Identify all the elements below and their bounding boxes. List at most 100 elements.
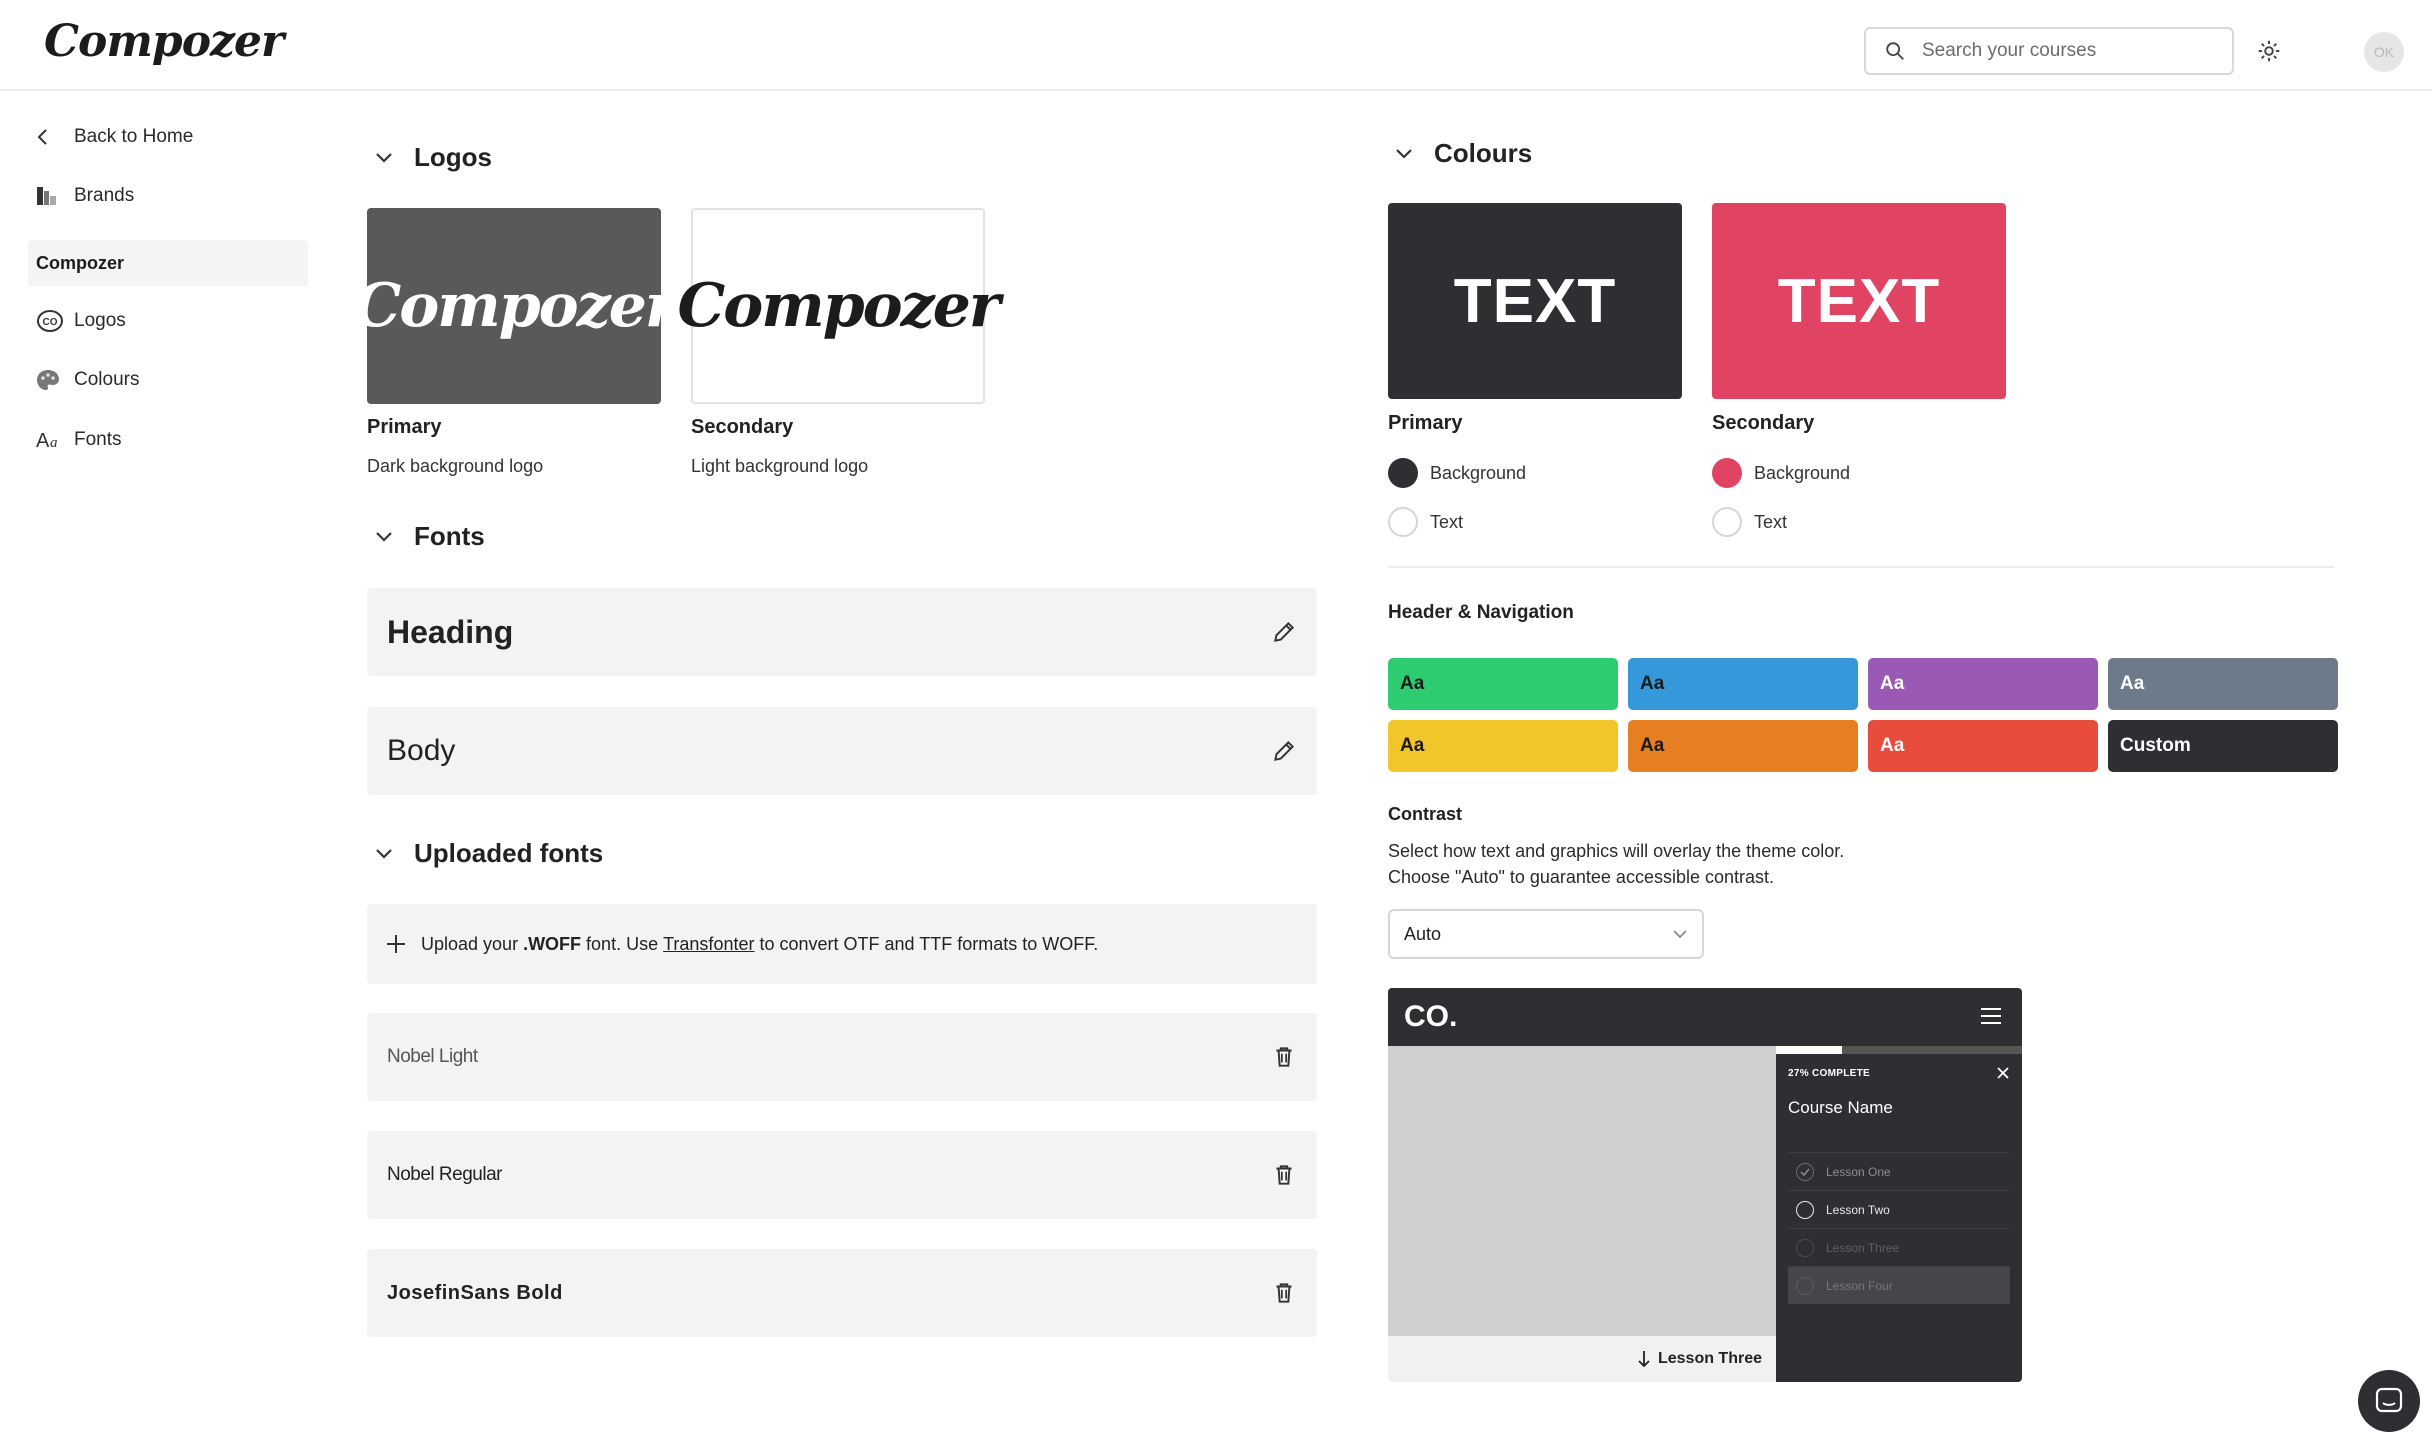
sidebar-item-label: Colours	[74, 369, 140, 390]
contrast-title: Contrast	[1388, 804, 1463, 824]
theme-option[interactable]: Aa	[1628, 720, 1858, 772]
theme-option[interactable]: Aa	[1868, 658, 2098, 710]
gear-icon[interactable]	[2256, 38, 2282, 64]
pencil-icon[interactable]	[1271, 738, 1297, 764]
uploaded-font-row[interactable]: Nobel Light	[367, 1013, 1317, 1101]
preview-footer[interactable]: Lesson Three	[1388, 1336, 1776, 1382]
primary-logo-title: Primary	[367, 416, 442, 438]
progress-label: 27% COMPLETE	[1788, 1068, 1870, 1079]
pencil-icon[interactable]	[1271, 619, 1297, 645]
logos-section-title: Logos	[414, 142, 492, 172]
lesson-item[interactable]: Lesson Three	[1788, 1228, 2010, 1266]
primary-text-option[interactable]: Text	[1388, 507, 1463, 537]
close-icon[interactable]	[1996, 1066, 2010, 1080]
upload-format: .WOFF	[523, 933, 582, 954]
chat-support-button[interactable]	[2358, 1370, 2420, 1432]
trash-icon[interactable]	[1271, 1280, 1297, 1306]
colours-section-header[interactable]: Colours	[1394, 138, 1532, 169]
trash-icon[interactable]	[1271, 1044, 1297, 1070]
secondary-text-option[interactable]: Text	[1712, 507, 1787, 537]
colour-option-label: Text	[1754, 511, 1788, 532]
primary-background-option[interactable]: Background	[1388, 458, 1526, 488]
primary-logo-subtitle: Dark background logo	[367, 456, 544, 476]
theme-option[interactable]: Aa	[1388, 658, 1618, 710]
body-font-row[interactable]: Body	[367, 707, 1317, 795]
font-aa-icon: Aa	[28, 429, 74, 451]
chevron-down-icon	[374, 847, 414, 861]
lesson-label: Lesson Four	[1826, 1278, 1893, 1293]
colour-dot[interactable]	[1712, 458, 1742, 488]
progress-bar-fill	[1776, 1046, 1843, 1054]
uploaded-font-name: JosefinSans Bold	[387, 1281, 563, 1304]
lesson-label: Lesson One	[1826, 1164, 1891, 1179]
colour-option-label: Background	[1430, 462, 1527, 483]
circle-icon	[1796, 1200, 1814, 1219]
sidebar-item-label: Logos	[74, 310, 126, 331]
primary-colour-swatch[interactable]: TEXT	[1388, 203, 1682, 399]
sidebar-item-brands[interactable]: Brands	[28, 174, 134, 218]
back-to-home-link[interactable]: Back to Home	[28, 115, 193, 159]
logos-section-header[interactable]: Logos	[374, 142, 492, 173]
uploaded-font-row[interactable]: Nobel Regular	[367, 1131, 1317, 1219]
sidebar-item-logos[interactable]: CO Logos	[28, 299, 126, 343]
theme-option[interactable]: Aa	[1388, 720, 1618, 772]
uploaded-font-row[interactable]: JosefinSans Bold	[367, 1249, 1317, 1337]
theme-option[interactable]: Aa	[1628, 658, 1858, 710]
brands-icon	[28, 185, 74, 207]
colours-section-title: Colours	[1434, 138, 1533, 168]
colour-dot[interactable]	[1388, 458, 1418, 488]
colour-option-label: Text	[1430, 511, 1464, 532]
preview-header: CO.	[1388, 988, 2022, 1046]
lesson-item[interactable]: Lesson One	[1788, 1152, 2010, 1190]
chevron-down-icon	[374, 530, 414, 544]
theme-option[interactable]: Aa	[1868, 720, 2098, 772]
svg-text:CO: CO	[43, 317, 58, 328]
theme-preview: CO. Lesson Three 27% COMPLETE Course Nam…	[1388, 988, 2022, 1382]
progress-bar	[1776, 1046, 2022, 1054]
secondary-logo-title: Secondary	[691, 416, 794, 438]
sidebar-item-colours[interactable]: Colours	[28, 358, 139, 402]
palette-icon	[28, 369, 74, 391]
theme-option[interactable]: Aa	[2108, 658, 2338, 710]
transfonter-link[interactable]: Transfonter	[663, 934, 754, 955]
chevron-down-icon	[1673, 930, 1687, 939]
circle-icon	[1796, 1238, 1814, 1257]
secondary-logo-card[interactable]: Compozer	[677, 208, 1001, 404]
app-logo[interactable]: Compozer	[44, 16, 284, 67]
colour-dot[interactable]	[1712, 507, 1742, 537]
search-input[interactable]	[1922, 40, 2222, 62]
search-box[interactable]	[1864, 27, 2234, 75]
heading-font-row[interactable]: Heading	[367, 588, 1317, 676]
check-icon	[1796, 1162, 1814, 1181]
sidebar-item-fonts[interactable]: Aa Fonts	[28, 418, 122, 462]
uploaded-fonts-section-title: Uploaded fonts	[414, 838, 604, 868]
lesson-item[interactable]: Lesson Four	[1788, 1266, 2010, 1304]
co-badge-icon: CO	[28, 309, 74, 333]
primary-logo-card[interactable]: Compozer	[353, 208, 677, 404]
contrast-select[interactable]: Auto	[1388, 909, 1704, 959]
upload-suffix: to convert OTF and TTF formats to WOFF.	[754, 933, 1099, 954]
circle-icon	[1796, 1276, 1814, 1295]
lesson-label: Lesson Three	[1826, 1240, 1900, 1255]
svg-text:A: A	[36, 430, 50, 451]
preview-lesson-panel: 27% COMPLETE Course Name Lesson One Less…	[1776, 1054, 2022, 1382]
colour-dot[interactable]	[1388, 507, 1418, 537]
preview-brand: CO.	[1404, 1000, 1458, 1033]
body-font-label: Body	[387, 734, 456, 767]
lesson-label: Lesson Two	[1826, 1202, 1890, 1217]
trash-icon[interactable]	[1271, 1162, 1297, 1188]
svg-text:a: a	[50, 435, 58, 451]
user-avatar[interactable]: OK	[2364, 32, 2404, 72]
fonts-section-header[interactable]: Fonts	[374, 521, 485, 552]
secondary-colour-swatch[interactable]: TEXT	[1712, 203, 2006, 399]
hamburger-menu-icon[interactable]	[1980, 1006, 2002, 1026]
upload-middle: font. Use	[581, 933, 664, 954]
chevron-down-icon	[374, 151, 414, 165]
uploaded-fonts-section-header[interactable]: Uploaded fonts	[374, 838, 603, 869]
lesson-item[interactable]: Lesson Two	[1788, 1190, 2010, 1228]
theme-option-custom[interactable]: Custom	[2108, 720, 2338, 772]
secondary-background-option[interactable]: Background	[1712, 458, 1850, 488]
sidebar-active-brand[interactable]: Compozer	[28, 240, 308, 286]
upload-font-row[interactable]: Upload your .WOFF font. Use Transfonter …	[367, 904, 1317, 984]
preview-course-name: Course Name	[1788, 1098, 1893, 1117]
